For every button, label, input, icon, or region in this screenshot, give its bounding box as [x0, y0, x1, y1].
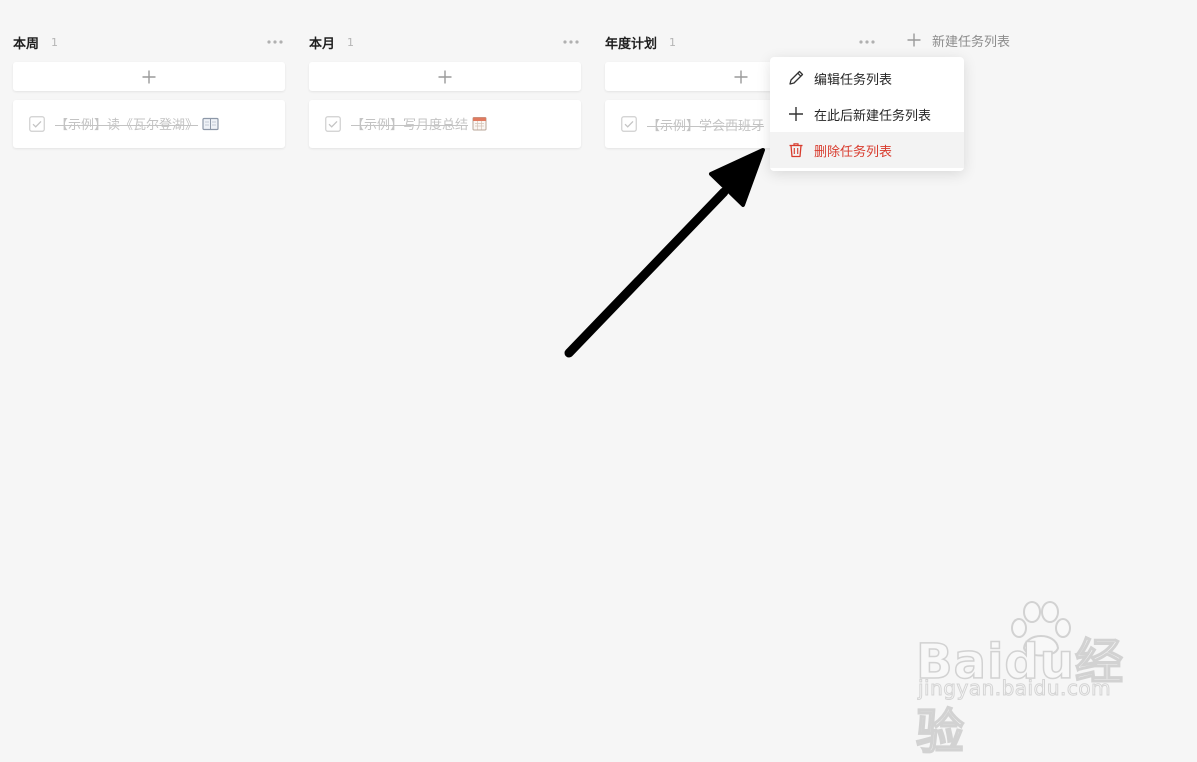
- watermark-url: jingyan.baidu.com: [917, 676, 1112, 701]
- baidu-jingyan-watermark: Baidu经验 jingyan.baidu.com: [914, 598, 1144, 761]
